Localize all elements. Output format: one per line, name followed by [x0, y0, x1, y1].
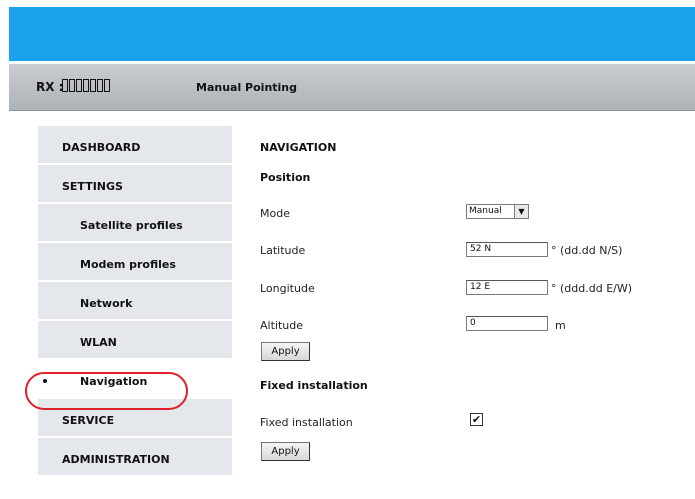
mode-select-value: Manual [469, 206, 502, 216]
rx-label: RX : [36, 80, 64, 94]
fixed-installation-checkbox[interactable]: ✔ [470, 413, 483, 426]
top-frame [0, 0, 695, 7]
page-title: NAVIGATION [260, 141, 337, 154]
highlight-oval [25, 372, 188, 410]
mode-select[interactable]: Manual ▼ [466, 204, 529, 219]
mode-label: Mode [260, 207, 290, 220]
apply-fixed-installation-button[interactable]: Apply [261, 442, 310, 461]
longitude-input[interactable]: 12 E [466, 280, 548, 295]
latitude-unit: ° (dd.dd N/S) [551, 244, 623, 257]
main-content: NAVIGATION Position Mode Manual ▼ Latitu… [233, 111, 695, 499]
sidebar-item-label: WLAN [80, 336, 117, 349]
apply-position-button[interactable]: Apply [261, 342, 310, 361]
latitude-label: Latitude [260, 244, 306, 257]
longitude-label: Longitude [260, 282, 315, 295]
sidebar-nav: DASHBOARD SETTINGS Satellite profiles Mo… [38, 126, 232, 477]
altitude-input[interactable]: 0 [466, 316, 548, 331]
sidebar-item-settings[interactable]: SETTINGS [38, 165, 232, 204]
longitude-unit: ° (ddd.dd E/W) [551, 282, 633, 295]
status-bar: RX : Manual Pointing [9, 64, 695, 111]
sidebar-item-wlan[interactable]: WLAN [38, 321, 232, 360]
latitude-input[interactable]: 52 N [466, 242, 548, 257]
sidebar-item-label: Modem profiles [80, 258, 176, 271]
sidebar-item-administration[interactable]: ADMINISTRATION [38, 438, 232, 477]
chevron-down-icon[interactable]: ▼ [514, 205, 528, 218]
sidebar-item-label: Satellite profiles [80, 219, 183, 232]
rx-serial-glyphs [62, 79, 110, 93]
sidebar-item-satellite-profiles[interactable]: Satellite profiles [38, 204, 232, 243]
sidebar-item-label: ADMINISTRATION [62, 453, 170, 466]
sidebar-item-label: SETTINGS [62, 180, 123, 193]
sidebar-item-dashboard[interactable]: DASHBOARD [38, 126, 232, 165]
fixed-installation-heading: Fixed installation [260, 379, 368, 392]
page-mode-title: Manual Pointing [196, 81, 298, 94]
header-banner [9, 7, 695, 61]
fixed-installation-label: Fixed installation [260, 416, 353, 429]
sidebar-item-label: DASHBOARD [62, 141, 141, 154]
checkmark-icon: ✔ [471, 413, 482, 426]
altitude-label: Altitude [260, 319, 303, 332]
position-heading: Position [260, 171, 311, 184]
altitude-unit: m [555, 319, 566, 332]
sidebar-item-label: SERVICE [62, 414, 115, 427]
sidebar-item-network[interactable]: Network [38, 282, 232, 321]
sidebar-item-label: Network [80, 297, 133, 310]
sidebar-item-modem-profiles[interactable]: Modem profiles [38, 243, 232, 282]
